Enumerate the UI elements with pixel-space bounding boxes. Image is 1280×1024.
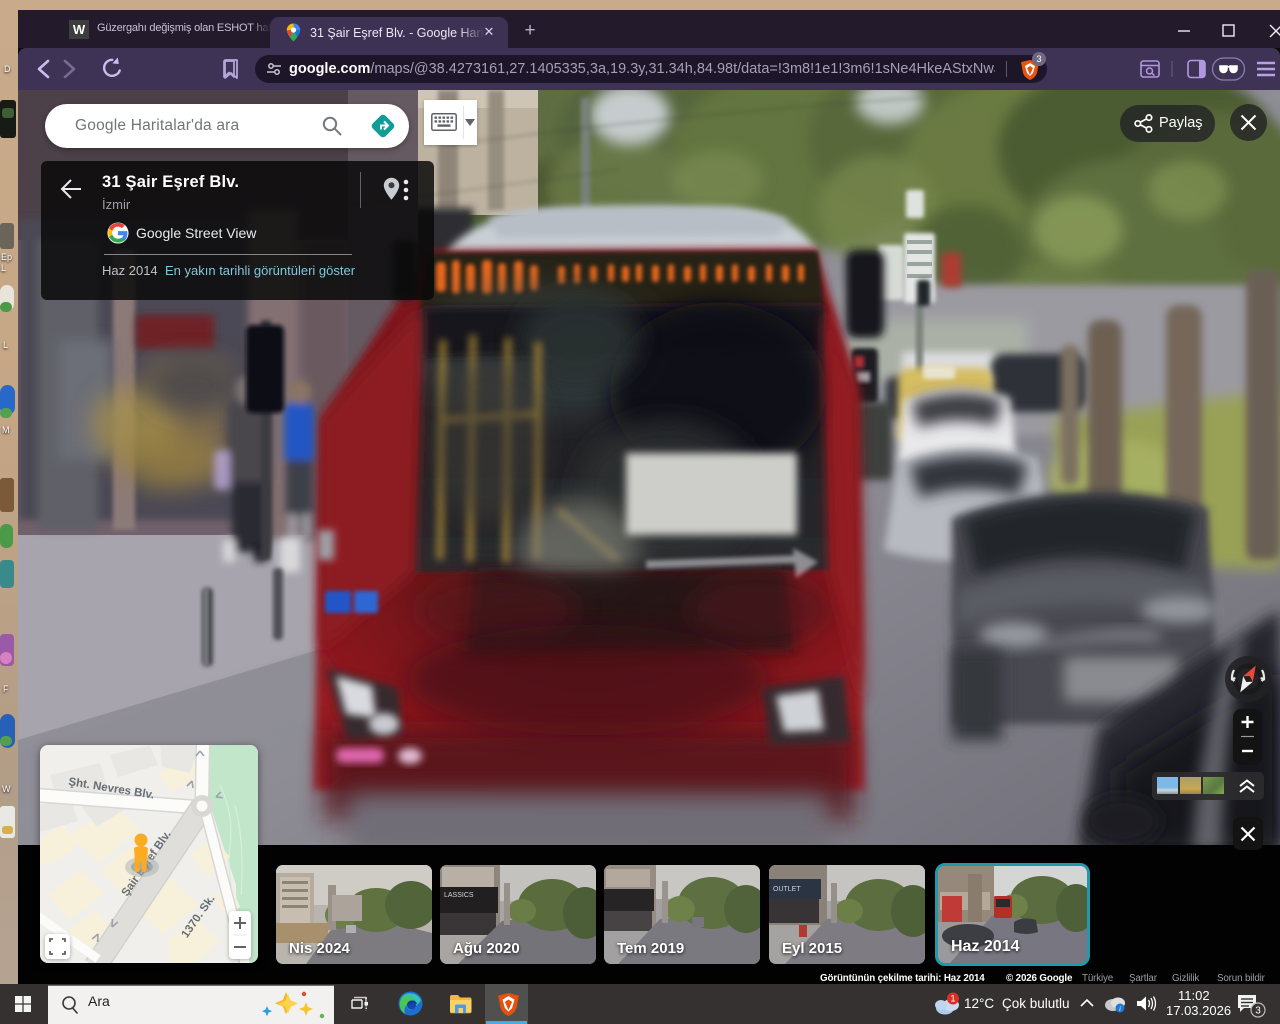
svg-text:i: i — [1119, 1005, 1121, 1013]
svg-text:LASSICS: LASSICS — [444, 892, 474, 899]
svg-text:OUTLET: OUTLET — [773, 886, 801, 893]
svg-text:3: 3 — [1255, 1006, 1261, 1017]
svg-text:1: 1 — [950, 994, 955, 1004]
